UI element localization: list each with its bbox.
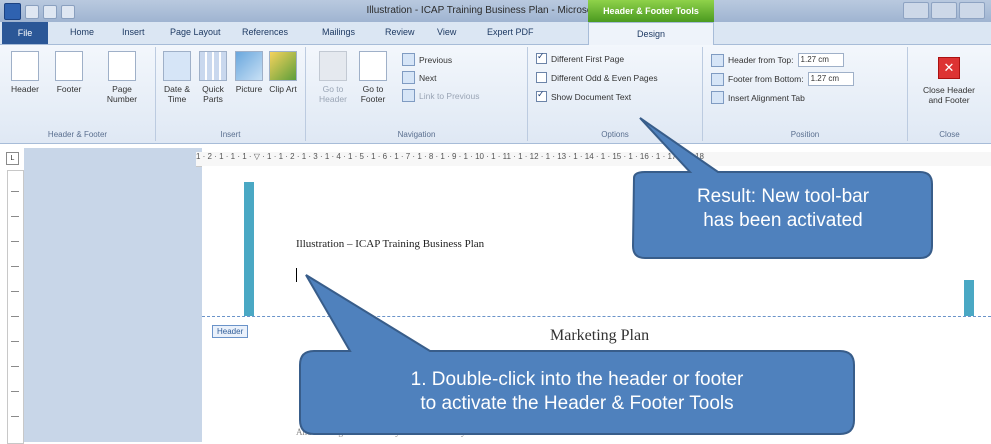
instruction-callout-text: 1. Double-click into the header or foote… [410, 369, 744, 414]
result-callout-text: Result: New tool-bar has been activated [696, 186, 870, 231]
